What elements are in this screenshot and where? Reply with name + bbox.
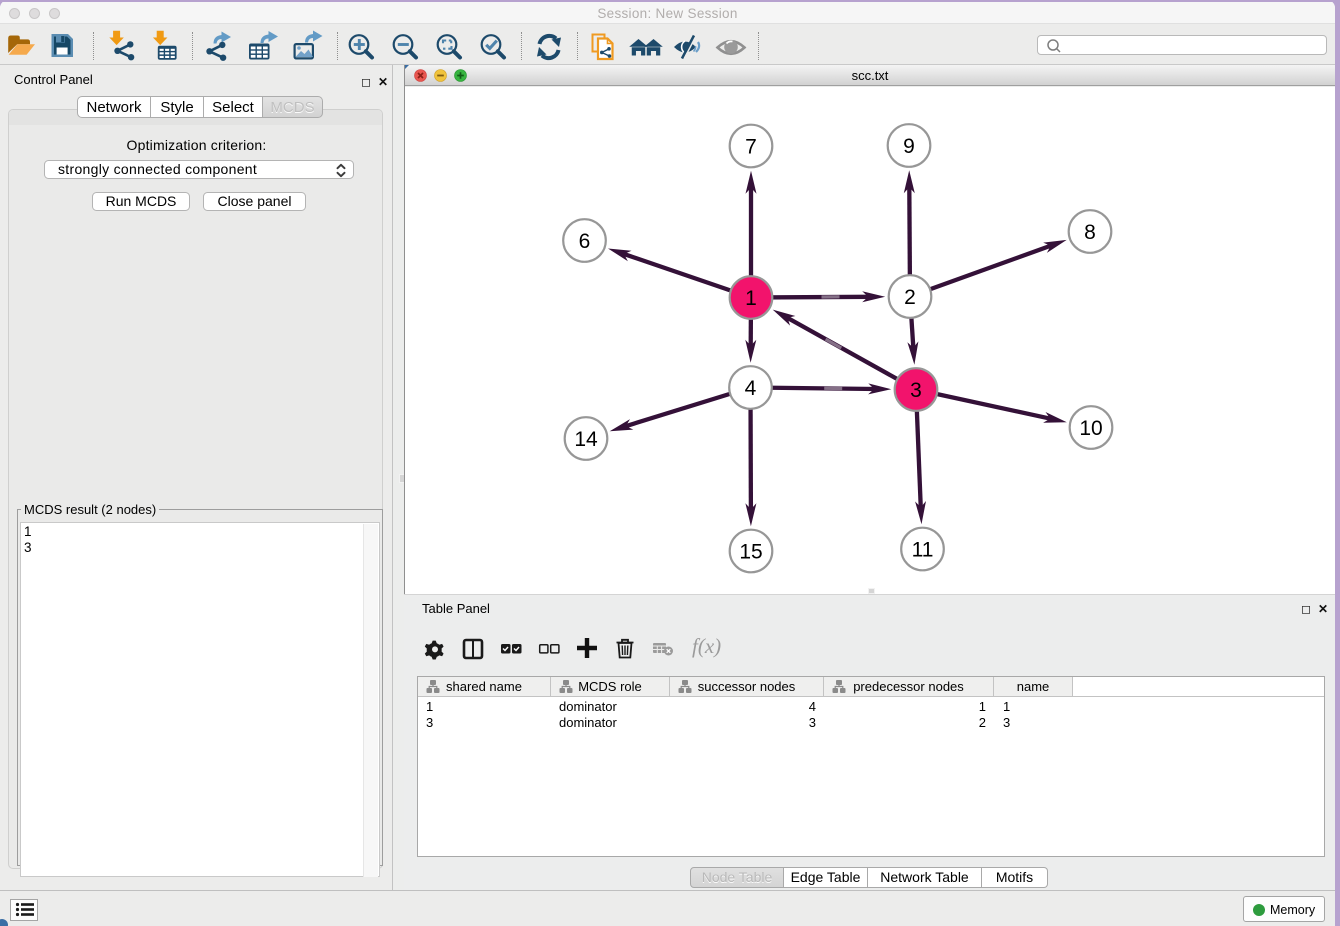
svg-text:15: 15: [739, 540, 762, 563]
svg-text:4: 4: [745, 377, 757, 400]
svg-text:7: 7: [745, 135, 757, 158]
svg-text:14: 14: [574, 428, 598, 451]
svg-text:1: 1: [745, 287, 757, 310]
svg-text:2: 2: [904, 286, 916, 309]
svg-text:9: 9: [903, 135, 915, 158]
svg-text:8: 8: [1084, 221, 1096, 244]
svg-text:11: 11: [912, 538, 934, 561]
svg-text:f(x): f(x): [692, 634, 721, 658]
svg-text:3: 3: [910, 379, 922, 402]
svg-text:6: 6: [579, 230, 591, 253]
svg-text:10: 10: [1079, 417, 1102, 440]
